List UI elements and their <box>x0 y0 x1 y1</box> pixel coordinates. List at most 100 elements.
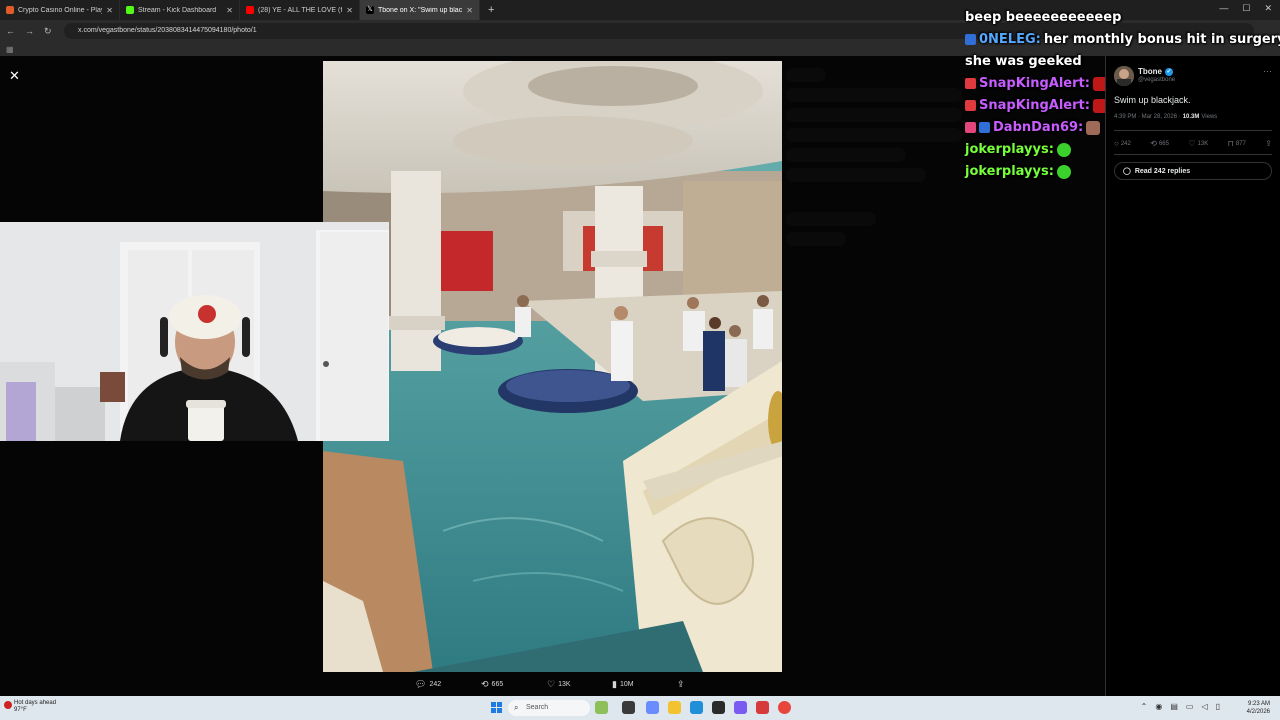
kick-emote-icon <box>1056 164 1071 179</box>
discord-icon[interactable] <box>734 701 747 714</box>
forward-icon[interactable]: → <box>25 26 34 36</box>
reload-icon[interactable]: ↻ <box>44 26 52 37</box>
gifter-badge-icon <box>965 78 976 89</box>
repost-count: 665 <box>1158 140 1169 147</box>
new-tab-icon[interactable]: + <box>480 4 502 16</box>
subscriber-badge-icon <box>965 34 976 45</box>
share-icon: ⇪ <box>1265 139 1272 148</box>
repost-button[interactable]: ⟲ 665 <box>481 679 503 690</box>
weather-headline: Hot days ahead <box>14 700 57 706</box>
face-emote-icon <box>1086 120 1101 135</box>
bookmark-count: 877 <box>1235 140 1246 147</box>
tab-close-icon[interactable]: ✕ <box>466 6 473 15</box>
chat-message: DabnDan69: <box>965 120 1101 135</box>
pool-blackjack-photo <box>323 61 782 672</box>
close-window-icon[interactable]: ✕ <box>1264 3 1272 14</box>
tab-crypto-casino[interactable]: Crypto Casino Online - Play with ✕ <box>0 0 120 20</box>
chat-message: beep beeeeeeeeeeep <box>965 10 1121 25</box>
app-icon[interactable] <box>712 701 725 714</box>
heart-icon: ♡ <box>547 678 556 689</box>
apps-grid-icon[interactable]: ▦ <box>6 45 14 54</box>
reply-count: 242 <box>429 680 442 688</box>
like-button[interactable]: ♡ 13K <box>1188 139 1208 148</box>
like-button[interactable]: ♡ 13K <box>547 679 571 690</box>
more-options-icon[interactable]: ⋯ <box>1263 66 1272 77</box>
tab-kick-dashboard[interactable]: Stream - Kick Dashboard ✕ <box>120 0 240 20</box>
chat-username: jokerplayys: <box>965 164 1054 179</box>
tweet-photo[interactable] <box>323 61 782 672</box>
task-view-icon[interactable] <box>622 701 635 714</box>
copilot-icon[interactable] <box>646 701 659 714</box>
back-icon[interactable]: ← <box>6 26 15 36</box>
tab-youtube[interactable]: (28) YE - ALL THE LOVE (feat. Al ✕ <box>240 0 360 20</box>
read-replies-button[interactable]: ◯ Read 242 replies <box>1114 162 1272 180</box>
tweet-views-label: Views <box>1201 114 1218 120</box>
tab-close-icon[interactable]: ✕ <box>226 6 233 15</box>
repost-button[interactable]: ⟲ 665 <box>1150 139 1169 148</box>
taskbar-clock[interactable]: 9:23 AM 4/2/2026 <box>1247 700 1270 716</box>
volume-icon[interactable]: ◁ <box>1201 702 1207 711</box>
tweet-author-handle[interactable]: @vegastbone <box>1138 77 1175 83</box>
views-button[interactable]: ▮ 10M <box>612 679 634 690</box>
chat-username: jokerplayys: <box>965 142 1054 157</box>
kick-favicon-icon <box>126 6 134 14</box>
tab-close-icon[interactable]: ✕ <box>106 6 113 15</box>
tab-close-icon[interactable]: ✕ <box>346 6 353 15</box>
battery-icon[interactable]: ▯ <box>1216 702 1220 711</box>
chat-message: she was geeked <box>965 54 1082 69</box>
widgets-icon[interactable] <box>595 701 608 714</box>
reply-button[interactable]: ○ 242 <box>1114 139 1131 148</box>
url-text: x.com/vegastbone/status/2038083414475094… <box>78 27 257 34</box>
weather-widget[interactable]: Hot days ahead 97°F <box>14 700 56 714</box>
tweet-author-name[interactable]: Tbone ✓ <box>1138 67 1173 76</box>
search-icon: ⌕ <box>514 703 519 712</box>
tray-app-icon[interactable]: ◉ <box>1155 702 1162 711</box>
close-photo-icon[interactable]: ✕ <box>9 68 20 84</box>
bookmark-button[interactable]: ⊓ 877 <box>1228 139 1246 148</box>
dimmed-sidebar-content <box>782 62 962 362</box>
reply-button[interactable]: 💬︎ 242 <box>415 679 441 690</box>
file-explorer-icon[interactable] <box>668 701 681 714</box>
kick-emote-icon <box>1056 142 1071 157</box>
photo-engagement-bar: 💬︎ 242 ⟲ 665 ♡ 13K ▮ 10M ⇪ <box>415 677 695 691</box>
heart-icon: ♡ <box>1188 139 1196 148</box>
tab-title: Tbone on X: "Swim up blackja <box>378 6 463 14</box>
tweet-sidebar: Tbone ✓ @vegastbone ⋯ Swim up blackjack.… <box>1105 56 1280 696</box>
divider <box>1114 154 1272 155</box>
subscriber-badge-icon <box>979 122 990 133</box>
clock-date: 4/2/2026 <box>1246 709 1270 715</box>
chat-message: SnapKingAlert: <box>965 98 1107 113</box>
maximize-icon[interactable]: ☐ <box>1242 3 1250 14</box>
webcam-feed <box>0 222 389 441</box>
share-button[interactable]: ⇪ <box>677 679 685 690</box>
minimize-icon[interactable]: — <box>1219 3 1228 14</box>
tweet-actions: ○ 242 ⟲ 665 ♡ 13K ⊓ 877 ⇪ <box>1114 139 1272 148</box>
avatar[interactable] <box>1114 66 1134 86</box>
system-tray: ⌃ ◉ ▤ ▭ ◁ ▯ <box>1141 702 1220 711</box>
edge-icon[interactable] <box>690 701 703 714</box>
chrome-icon[interactable] <box>778 701 791 714</box>
repost-count: 665 <box>491 680 504 688</box>
verified-badge-icon: ✓ <box>1165 67 1173 76</box>
windows-taskbar: Hot days ahead 97°F ⌕ Search ⌃ ◉ ▤ ▭ ◁ ▯… <box>0 696 1280 720</box>
chat-username: 0NELEG: <box>979 32 1041 47</box>
tray-chevron-icon[interactable]: ⌃ <box>1141 702 1148 711</box>
reply-icon: 💬︎ <box>415 678 427 689</box>
screen: Crypto Casino Online - Play with ✕ Strea… <box>0 0 1280 720</box>
network-icon[interactable]: ▤ <box>1170 702 1178 711</box>
author-name-text: Tbone <box>1138 67 1162 76</box>
share-button[interactable]: ⇪ <box>1265 139 1272 148</box>
tab-x-tweet[interactable]: 𝕏 Tbone on X: "Swim up blackja ✕ <box>360 0 480 20</box>
start-button[interactable] <box>491 702 502 713</box>
chat-text: she was geeked <box>965 54 1082 69</box>
tweet-timestamp[interactable]: 4:39 PM · Mar 28, 2026 · <box>1114 114 1181 120</box>
display-icon[interactable]: ▭ <box>1186 702 1194 711</box>
windows-logo-icon <box>497 708 502 713</box>
chat-bubble-icon: ◯ <box>1123 168 1131 175</box>
tweet-text: Swim up blackjack. <box>1114 95 1191 105</box>
obs-icon[interactable] <box>756 701 769 714</box>
x-favicon-icon: 𝕏 <box>366 6 374 14</box>
tweet-meta: 4:39 PM · Mar 28, 2026 · 10.3M Views <box>1114 114 1217 120</box>
taskbar-search[interactable]: ⌕ Search <box>508 700 590 716</box>
reply-count: 242 <box>1120 140 1131 147</box>
